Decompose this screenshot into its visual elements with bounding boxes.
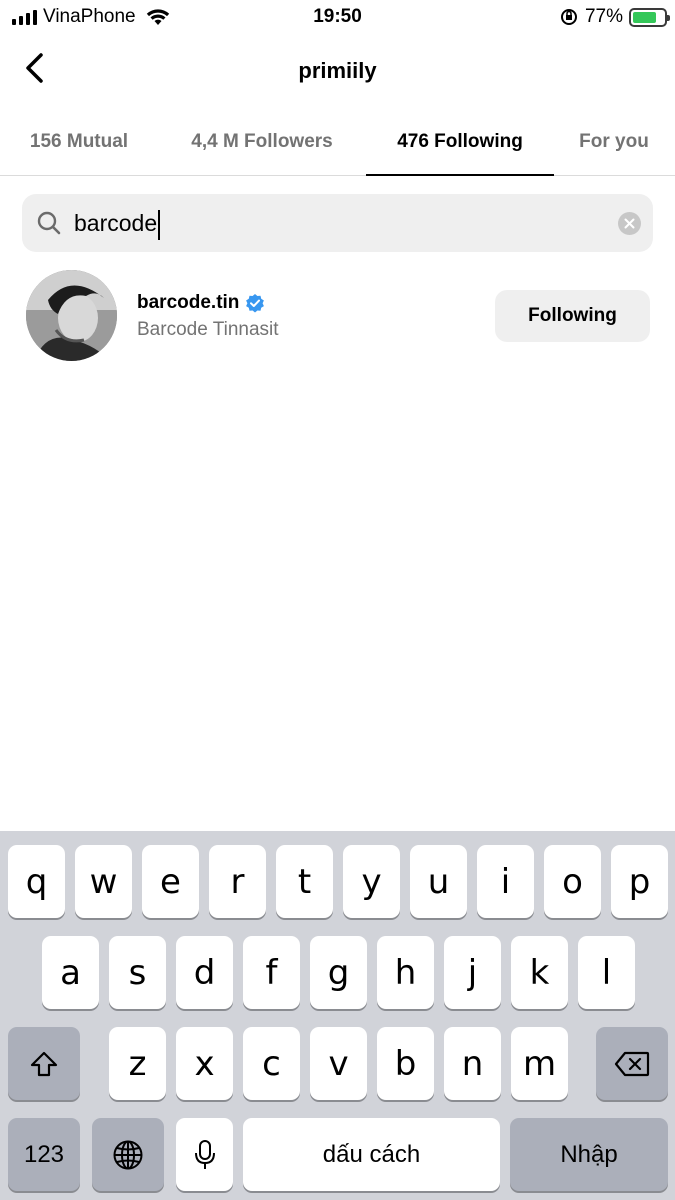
username[interactable]: barcode.tin bbox=[137, 292, 265, 314]
key-f[interactable]: f bbox=[243, 936, 300, 1009]
battery-percent: 77% bbox=[584, 6, 623, 27]
dictation-key[interactable] bbox=[176, 1118, 233, 1191]
key-i[interactable]: i bbox=[477, 845, 534, 918]
key-x[interactable]: x bbox=[176, 1027, 233, 1100]
close-icon bbox=[624, 218, 635, 229]
list-item[interactable]: barcode.tin Barcode Tinnasit Following bbox=[26, 270, 650, 362]
numbers-key[interactable]: 123 bbox=[8, 1118, 80, 1191]
keyboard: q w e r t y u i o p a s d f g h j k l z … bbox=[0, 831, 675, 1200]
key-u[interactable]: u bbox=[410, 845, 467, 918]
tab-mutual[interactable]: 156 Mutual bbox=[8, 108, 150, 175]
tab-following[interactable]: 476 Following bbox=[366, 108, 554, 176]
full-name: Barcode Tinnasit bbox=[137, 319, 279, 340]
orientation-lock-icon bbox=[560, 9, 577, 25]
globe-key[interactable] bbox=[92, 1118, 164, 1191]
key-d[interactable]: d bbox=[176, 936, 233, 1009]
battery-icon bbox=[629, 7, 670, 27]
globe-icon bbox=[113, 1140, 143, 1169]
shift-icon bbox=[30, 1051, 58, 1076]
key-v[interactable]: v bbox=[310, 1027, 367, 1100]
key-k[interactable]: k bbox=[511, 936, 568, 1009]
avatar[interactable] bbox=[26, 270, 117, 361]
key-j[interactable]: j bbox=[444, 936, 501, 1009]
search-input[interactable]: barcode bbox=[74, 206, 161, 240]
search-bar[interactable]: barcode bbox=[22, 194, 653, 252]
key-q[interactable]: q bbox=[8, 845, 65, 918]
space-key[interactable]: dấu cách bbox=[243, 1118, 500, 1191]
search-icon bbox=[37, 211, 61, 235]
key-b[interactable]: b bbox=[377, 1027, 434, 1100]
search-input-text: barcode bbox=[74, 210, 158, 236]
key-c[interactable]: c bbox=[243, 1027, 300, 1100]
clear-search-button[interactable] bbox=[618, 212, 641, 235]
key-t[interactable]: t bbox=[276, 845, 333, 918]
key-e[interactable]: e bbox=[142, 845, 199, 918]
header: primiily bbox=[0, 40, 675, 100]
page-title: primiily bbox=[298, 58, 377, 83]
key-y[interactable]: y bbox=[343, 845, 400, 918]
key-p[interactable]: p bbox=[611, 845, 668, 918]
key-w[interactable]: w bbox=[75, 845, 132, 918]
return-key[interactable]: Nhập bbox=[510, 1118, 668, 1191]
verified-badge-icon bbox=[246, 294, 265, 313]
tab-followers[interactable]: 4,4 M Followers bbox=[170, 108, 354, 175]
delete-key[interactable] bbox=[596, 1027, 668, 1100]
key-l[interactable]: l bbox=[578, 936, 635, 1009]
username-text: barcode.tin bbox=[137, 292, 240, 313]
status-bar: VinaPhone 19:50 77% bbox=[0, 0, 675, 36]
key-m[interactable]: m bbox=[511, 1027, 568, 1100]
key-r[interactable]: r bbox=[209, 845, 266, 918]
avatar-photo bbox=[26, 270, 117, 361]
microphone-icon bbox=[194, 1139, 215, 1169]
key-h[interactable]: h bbox=[377, 936, 434, 1009]
shift-key[interactable] bbox=[8, 1027, 80, 1100]
status-right: 77% bbox=[559, 6, 670, 28]
tab-for-you[interactable]: For you bbox=[570, 108, 658, 175]
key-n[interactable]: n bbox=[444, 1027, 501, 1100]
key-z[interactable]: z bbox=[109, 1027, 166, 1100]
key-o[interactable]: o bbox=[544, 845, 601, 918]
backspace-icon bbox=[614, 1051, 650, 1076]
text-cursor bbox=[158, 209, 161, 240]
tab-bar: 156 Mutual 4,4 M Followers 476 Following… bbox=[0, 108, 675, 176]
key-g[interactable]: g bbox=[310, 936, 367, 1009]
key-s[interactable]: s bbox=[109, 936, 166, 1009]
following-button[interactable]: Following bbox=[495, 290, 650, 342]
key-a[interactable]: a bbox=[42, 936, 99, 1009]
